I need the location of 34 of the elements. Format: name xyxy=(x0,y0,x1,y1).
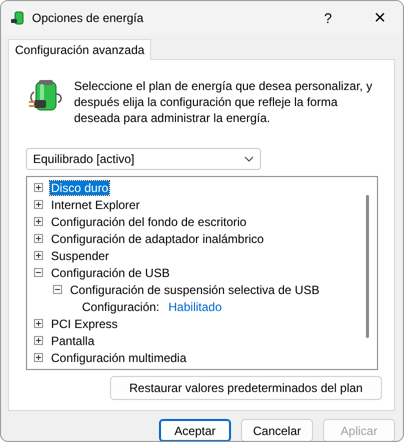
tree-item[interactable]: Suspender xyxy=(50,248,110,262)
expand-icon[interactable] xyxy=(34,200,43,209)
chevron-down-icon xyxy=(244,156,254,162)
window-title: Opciones de energía xyxy=(32,11,144,25)
expand-icon[interactable] xyxy=(34,234,43,243)
plan-dropdown[interactable]: Equilibrado [activo] xyxy=(26,148,261,170)
scrollbar-thumb[interactable] xyxy=(366,195,369,338)
expand-icon[interactable] xyxy=(34,217,43,226)
tree-item[interactable]: Configuración de adaptador inalámbrico xyxy=(50,232,265,246)
battery-plug-icon xyxy=(10,10,26,26)
restore-defaults-button[interactable]: Restaurar valores predeterminados del plan xyxy=(110,376,382,400)
tree-item[interactable]: Configuración de suspensión selectiva de USB xyxy=(69,282,320,296)
tree-item[interactable]: Disco duro xyxy=(50,180,110,194)
tree-item[interactable]: Configuración del fondo de escritorio xyxy=(50,214,248,228)
tree-item[interactable]: PCI Express xyxy=(50,316,119,330)
expand-icon[interactable] xyxy=(34,319,43,328)
collapse-icon[interactable] xyxy=(34,268,43,277)
close-button[interactable]: × xyxy=(357,1,403,35)
dialog-button[interactable]: Aceptar xyxy=(159,419,231,441)
expand-icon[interactable] xyxy=(34,251,43,260)
expand-icon[interactable] xyxy=(34,353,43,362)
collapse-icon[interactable] xyxy=(53,285,62,294)
tree-item[interactable]: Internet Explorer xyxy=(50,198,141,212)
help-button[interactable]: ? xyxy=(305,1,351,35)
expand-icon[interactable] xyxy=(34,336,43,345)
tree-item[interactable]: Configuración multimedia xyxy=(50,350,188,364)
dialog-button[interactable]: Cancelar xyxy=(241,419,313,441)
tree-item[interactable]: Pantalla xyxy=(50,334,96,348)
expand-icon[interactable] xyxy=(34,183,43,192)
tree-item[interactable]: Configuración de USB xyxy=(50,266,171,280)
setting-label: Configuración: xyxy=(81,300,160,314)
setting-value[interactable]: Habilitado xyxy=(168,300,222,314)
description-text: Seleccione el plan de energía que desea personalizar, y después elija la configuración que refleje la forma deseada para administrar la energía. xyxy=(74,78,374,126)
tab[interactable]: Configuración avanzada xyxy=(8,39,152,60)
